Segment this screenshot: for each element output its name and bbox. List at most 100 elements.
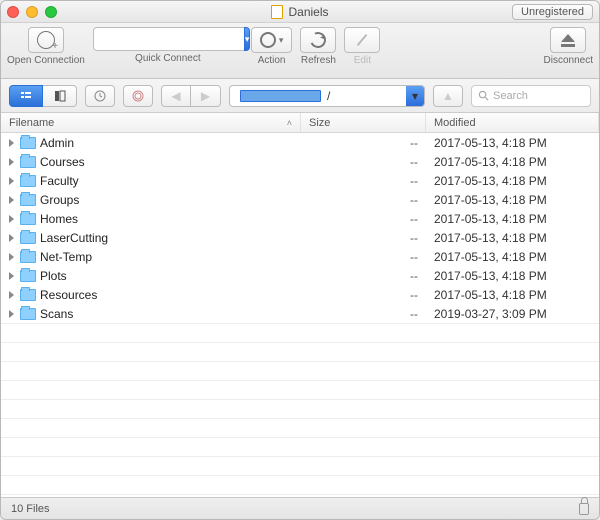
- zoom-window-button[interactable]: [45, 6, 57, 18]
- folder-icon: [20, 289, 36, 301]
- minimize-window-button[interactable]: [26, 6, 38, 18]
- empty-row: [1, 399, 599, 418]
- open-connection-label: Open Connection: [7, 55, 85, 66]
- cell-modified: 2017-05-13, 4:18 PM: [426, 155, 599, 169]
- column-headers: Filename ˄ Size Modified: [1, 113, 599, 133]
- table-row[interactable]: Scans--2019-03-27, 3:09 PM: [1, 304, 599, 323]
- cell-size: --: [301, 212, 426, 226]
- globe-icon: [37, 31, 55, 49]
- column-size[interactable]: Size: [301, 113, 426, 132]
- refresh-button[interactable]: [300, 27, 336, 53]
- edit-label: Edit: [354, 55, 371, 66]
- document-icon: [271, 5, 283, 19]
- disclosure-triangle-icon[interactable]: [9, 291, 14, 299]
- cell-filename: LaserCutting: [1, 231, 301, 245]
- view-list-button[interactable]: [9, 85, 43, 107]
- disclosure-triangle-icon[interactable]: [9, 253, 14, 261]
- cell-size: --: [301, 155, 426, 169]
- cell-filename: Net-Temp: [1, 250, 301, 264]
- search-field[interactable]: Search: [471, 85, 591, 107]
- folder-icon: [20, 175, 36, 187]
- action-label: Action: [258, 55, 286, 66]
- cell-size: --: [301, 250, 426, 264]
- bonjour-icon: [132, 90, 144, 102]
- file-listing[interactable]: Admin--2017-05-13, 4:18 PMCourses--2017-…: [1, 133, 599, 497]
- quick-connect-combo[interactable]: ▾: [93, 27, 243, 51]
- quick-connect-input[interactable]: [93, 27, 244, 51]
- clock-icon: [94, 90, 106, 102]
- gear-icon: [260, 32, 276, 48]
- table-row[interactable]: Plots--2017-05-13, 4:18 PM: [1, 266, 599, 285]
- table-row[interactable]: Admin--2017-05-13, 4:18 PM: [1, 133, 599, 152]
- bonjour-button[interactable]: [123, 85, 153, 107]
- unregistered-button[interactable]: Unregistered: [512, 4, 593, 20]
- empty-row: [1, 323, 599, 342]
- filename-text: Homes: [40, 212, 78, 226]
- status-count: 10 Files: [11, 503, 50, 515]
- filename-text: Admin: [40, 136, 74, 150]
- cell-modified: 2017-05-13, 4:18 PM: [426, 231, 599, 245]
- table-row[interactable]: Faculty--2017-05-13, 4:18 PM: [1, 171, 599, 190]
- main-toolbar: Open Connection ▾ Quick Connect ▾ Action…: [1, 23, 599, 79]
- folder-icon: [20, 213, 36, 225]
- disclosure-triangle-icon[interactable]: [9, 196, 14, 204]
- column-modified[interactable]: Modified: [426, 113, 599, 132]
- empty-row: [1, 475, 599, 494]
- sort-ascending-icon: ˄: [287, 118, 292, 128]
- cell-filename: Groups: [1, 193, 301, 207]
- volume-icon: [240, 90, 321, 102]
- disconnect-button[interactable]: [550, 27, 586, 53]
- pencil-icon: [357, 34, 368, 46]
- folder-icon: [20, 156, 36, 168]
- cell-size: --: [301, 269, 426, 283]
- cell-filename: Homes: [1, 212, 301, 226]
- history-button[interactable]: [85, 85, 115, 107]
- disclosure-triangle-icon[interactable]: [9, 215, 14, 223]
- action-button[interactable]: ▾: [251, 27, 293, 53]
- filename-text: Net-Temp: [40, 250, 92, 264]
- view-outline-button[interactable]: [43, 85, 77, 107]
- disconnect-label: Disconnect: [544, 55, 593, 66]
- disclosure-triangle-icon[interactable]: [9, 139, 14, 147]
- eject-icon: [561, 34, 575, 47]
- empty-row: [1, 380, 599, 399]
- window-title-area: Daniels: [1, 5, 599, 19]
- cell-filename: Faculty: [1, 174, 301, 188]
- filename-text: Resources: [40, 288, 97, 302]
- disclosure-triangle-icon[interactable]: [9, 234, 14, 242]
- cell-size: --: [301, 174, 426, 188]
- filename-text: Groups: [40, 193, 79, 207]
- list-view-icon: [20, 90, 32, 102]
- empty-row: [1, 342, 599, 361]
- nav-back-forward: ◀ ▶: [161, 85, 221, 107]
- table-row[interactable]: Resources--2017-05-13, 4:18 PM: [1, 285, 599, 304]
- open-connection-button[interactable]: [28, 27, 64, 53]
- cell-modified: 2017-05-13, 4:18 PM: [426, 269, 599, 283]
- go-up-button: ▲: [433, 85, 463, 107]
- empty-row: [1, 418, 599, 437]
- table-row[interactable]: Courses--2017-05-13, 4:18 PM: [1, 152, 599, 171]
- table-row[interactable]: Net-Temp--2017-05-13, 4:18 PM: [1, 247, 599, 266]
- empty-row: [1, 361, 599, 380]
- cell-filename: Resources: [1, 288, 301, 302]
- disclosure-triangle-icon[interactable]: [9, 310, 14, 318]
- window-title: Daniels: [288, 5, 328, 19]
- table-row[interactable]: Homes--2017-05-13, 4:18 PM: [1, 209, 599, 228]
- folder-icon: [20, 194, 36, 206]
- view-mode-segment: [9, 85, 77, 107]
- column-filename[interactable]: Filename ˄: [1, 113, 301, 132]
- disclosure-triangle-icon[interactable]: [9, 158, 14, 166]
- path-dropdown[interactable]: ▾: [406, 86, 424, 106]
- filename-text: LaserCutting: [40, 231, 108, 245]
- disclosure-triangle-icon[interactable]: [9, 177, 14, 185]
- traffic-lights: [7, 6, 57, 18]
- close-window-button[interactable]: [7, 6, 19, 18]
- nav-forward-button: ▶: [191, 85, 221, 107]
- table-row[interactable]: LaserCutting--2017-05-13, 4:18 PM: [1, 228, 599, 247]
- quick-connect-dropdown[interactable]: ▾: [244, 27, 251, 51]
- table-row[interactable]: Groups--2017-05-13, 4:18 PM: [1, 190, 599, 209]
- filename-text: Faculty: [40, 174, 79, 188]
- path-combo[interactable]: / ▾: [229, 85, 425, 107]
- disclosure-triangle-icon[interactable]: [9, 272, 14, 280]
- folder-icon: [20, 308, 36, 320]
